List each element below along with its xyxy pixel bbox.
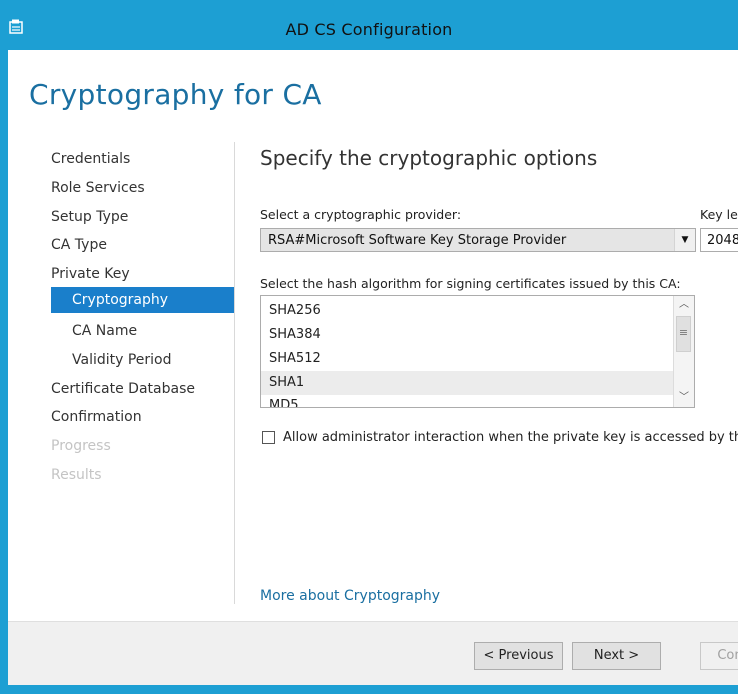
page-title: Cryptography for CA [29, 78, 322, 111]
nav-item-progress: Progress [51, 438, 111, 454]
nav-item-confirmation[interactable]: Confirmation [51, 404, 142, 430]
configure-button: Con [700, 642, 738, 670]
list-scrollbar[interactable]: ︿ ≡ ﹀ [673, 296, 694, 407]
key-length-value: 2048 [707, 233, 738, 248]
scroll-thumb[interactable]: ≡ [676, 316, 691, 352]
key-length-label: Key le [700, 207, 738, 222]
scroll-down-icon[interactable]: ﹀ [674, 389, 694, 407]
nav-item-results: Results [51, 467, 102, 483]
nav-item-ca-type[interactable]: CA Type [51, 232, 107, 258]
nav-item-ca-name[interactable]: CA Name [72, 318, 137, 344]
provider-select-value: RSA#Microsoft Software Key Storage Provi… [268, 233, 567, 248]
nav-item-cryptography[interactable]: Cryptography [51, 287, 234, 313]
section-title: Specify the cryptographic options [260, 146, 598, 170]
provider-select[interactable]: RSA#Microsoft Software Key Storage Provi… [260, 228, 696, 252]
scroll-up-icon[interactable]: ︿ [674, 296, 694, 314]
list-item-sha256[interactable]: SHA256 [261, 299, 673, 323]
nav-item-setup-type[interactable]: Setup Type [51, 204, 128, 230]
list-item-md5[interactable]: MD5 [261, 394, 673, 407]
admin-interaction-label[interactable]: Allow administrator interaction when the… [283, 430, 738, 445]
list-item-sha384[interactable]: SHA384 [261, 323, 673, 347]
admin-interaction-checkbox[interactable] [262, 431, 275, 444]
provider-label: Select a cryptographic provider: [260, 207, 462, 222]
more-about-cryptography-link[interactable]: More about Cryptography [260, 588, 440, 604]
nav-item-credentials[interactable]: Credentials [51, 146, 130, 172]
nav-item-role-services[interactable]: Role Services [51, 175, 145, 201]
next-button[interactable]: Next > [572, 642, 661, 670]
wizard-footer: < Previous Next > Con [8, 621, 738, 685]
list-item-sha1[interactable]: SHA1 [261, 371, 673, 395]
hash-algorithm-label: Select the hash algorithm for signing ce… [260, 276, 681, 291]
nav-item-validity-period[interactable]: Validity Period [72, 347, 172, 373]
configuration-window: AD CS Configuration Cryptography for CA … [0, 0, 738, 694]
wizard-content: Cryptography for CA Credentials Role Ser… [8, 50, 738, 685]
nav-divider [234, 142, 235, 604]
window-title: AD CS Configuration [285, 20, 453, 39]
hash-algorithm-list[interactable]: SHA256 SHA384 SHA512 SHA1 MD5 ︿ ≡ ﹀ [260, 295, 695, 408]
list-item-sha512[interactable]: SHA512 [261, 347, 673, 371]
title-bar[interactable]: AD CS Configuration [0, 8, 738, 50]
nav-item-certificate-database[interactable]: Certificate Database [51, 376, 195, 402]
nav-item-private-key[interactable]: Private Key [51, 261, 130, 287]
previous-button[interactable]: < Previous [474, 642, 563, 670]
chevron-down-icon[interactable]: ▼ [674, 229, 695, 251]
key-length-select[interactable]: 2048 [700, 228, 738, 252]
